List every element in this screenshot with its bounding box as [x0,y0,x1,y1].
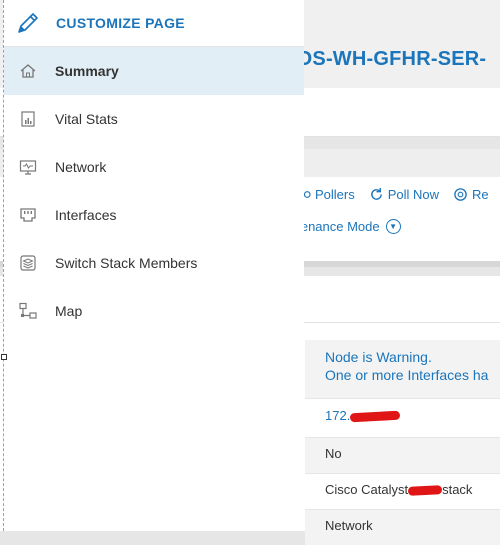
table-row: No [305,438,500,474]
poll-now-label: Poll Now [387,187,440,202]
status-line-2[interactable]: One or more Interfaces ha [325,366,500,384]
ethernet-port-icon [19,206,37,224]
category-row: Network [305,510,500,545]
pollers-label: Pollers [315,187,355,202]
menu-item-vital-stats[interactable]: Vital Stats [4,95,304,143]
menu-item-label: Summary [55,63,119,79]
maintenance-mode-menu[interactable]: ntenance Mode ▼ [290,219,401,234]
machine-type-row: Cisco Catalyst stack [305,474,500,510]
rediscover-icon [454,188,467,201]
view-menu: Summary Vital Stats Network Interfaces S… [4,47,304,335]
management-actions: Pollers Poll Now Re [296,187,489,202]
resize-handle[interactable] [1,354,7,360]
chevron-down-icon: ▼ [385,219,401,234]
home-icon [19,62,37,80]
pollers-link[interactable]: Pollers [296,187,355,202]
pencil-icon [18,13,38,33]
redaction-mark [350,410,401,423]
menu-item-label: Vital Stats [55,111,118,127]
customize-page-button[interactable]: CUSTOMIZE PAGE [4,0,304,47]
rediscover-label: Re [472,187,489,202]
menu-item-interfaces[interactable]: Interfaces [4,191,304,239]
machine-type-value: Cisco Catalyst [325,482,409,497]
chart-icon [19,110,37,128]
menu-item-label: Interfaces [55,207,117,223]
menu-item-network[interactable]: Network [4,143,304,191]
customize-flyout-menu: CUSTOMIZE PAGE Summary Vital Stats Netwo… [3,0,304,531]
status-line-1[interactable]: Node is Warning. [325,348,500,366]
machine-type-suffix: stack [442,482,473,497]
menu-item-label: Switch Stack Members [55,255,198,271]
ip-address-link[interactable]: 172. [325,408,350,423]
table-cell: No [325,446,342,461]
menu-item-summary[interactable]: Summary [4,47,304,95]
layers-icon [19,254,37,272]
redaction-mark [407,485,443,496]
node-title: HOS-WH-GFHR-SER- [282,48,487,70]
menu-item-switch-stack-members[interactable]: Switch Stack Members [4,239,304,287]
status-row: Node is Warning. One or more Interfaces … [305,340,500,399]
refresh-icon [370,187,382,200]
customize-page-label: CUSTOMIZE PAGE [56,15,185,31]
node-details-table: Node is Warning. One or more Interfaces … [305,340,500,545]
menu-item-label: Network [55,159,107,175]
network-monitor-icon [19,158,37,176]
topology-map-icon [19,302,37,320]
ip-address-row: 172. [305,399,500,438]
menu-item-label: Map [55,303,83,319]
menu-item-map[interactable]: Map [4,287,304,335]
rediscover-link[interactable]: Re [453,187,489,202]
poll-now-link[interactable]: Poll Now [369,187,439,202]
